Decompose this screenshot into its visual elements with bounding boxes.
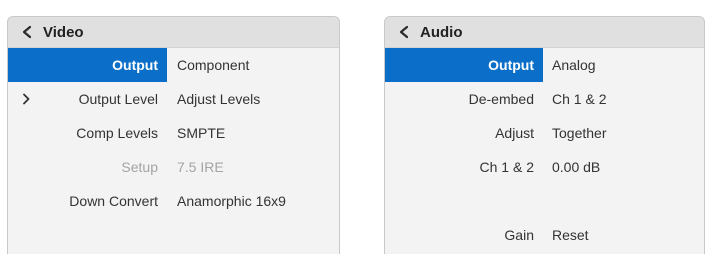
setting-label: Gain <box>504 227 534 243</box>
chevron-left-icon <box>21 25 33 39</box>
setting-value: 7.5 IRE <box>177 159 224 175</box>
setting-label: Setup <box>121 159 158 175</box>
setting-value: Adjust Levels <box>177 91 261 107</box>
audio-back-button[interactable]: Audio <box>385 17 704 48</box>
audio-setting-output[interactable]: Output Analog <box>385 48 704 82</box>
setting-value: 0.00 dB <box>552 159 601 175</box>
setting-label: Down Convert <box>69 193 158 209</box>
audio-setting-ch-1-2-level[interactable]: Ch 1 & 2 0.00 dB <box>385 150 704 184</box>
setting-label: Output Level <box>78 91 158 107</box>
setting-label: Output <box>385 48 543 82</box>
video-menu-panel: Video Output Component Output Level Adju… <box>7 16 340 254</box>
audio-setting-de-embed[interactable]: De-embed Ch 1 & 2 <box>385 82 704 116</box>
setting-label: Comp Levels <box>76 125 158 141</box>
setting-value: Ch 1 & 2 <box>552 91 607 107</box>
audio-panel-title: Audio <box>420 23 463 41</box>
setting-value: Anamorphic 16x9 <box>177 193 286 209</box>
setting-value: Reset <box>552 227 589 243</box>
empty-row <box>385 184 704 218</box>
chevron-left-icon <box>398 25 410 39</box>
audio-setting-gain[interactable]: Gain Reset <box>385 218 704 252</box>
video-setting-output[interactable]: Output Component <box>8 48 339 82</box>
setting-label: Adjust <box>495 125 534 141</box>
audio-menu-panel: Audio Output Analog De-embed Ch 1 & 2 Ad… <box>384 16 705 254</box>
setting-value: SMPTE <box>177 125 226 141</box>
video-setting-comp-levels[interactable]: Comp Levels SMPTE <box>8 116 339 150</box>
video-panel-title: Video <box>43 23 84 41</box>
setting-value: Analog <box>552 57 596 73</box>
audio-setting-adjust[interactable]: Adjust Together <box>385 116 704 150</box>
video-setting-output-level[interactable]: Output Level Adjust Levels <box>8 82 339 116</box>
video-back-button[interactable]: Video <box>8 17 339 48</box>
video-setting-down-convert[interactable]: Down Convert Anamorphic 16x9 <box>8 184 339 218</box>
setting-value: Together <box>552 125 607 141</box>
setting-value: Component <box>177 57 250 73</box>
setting-label: Output <box>8 48 167 82</box>
setting-label: Ch 1 & 2 <box>479 159 534 175</box>
video-setting-setup: Setup 7.5 IRE <box>8 150 339 184</box>
setting-label: De-embed <box>468 91 534 107</box>
